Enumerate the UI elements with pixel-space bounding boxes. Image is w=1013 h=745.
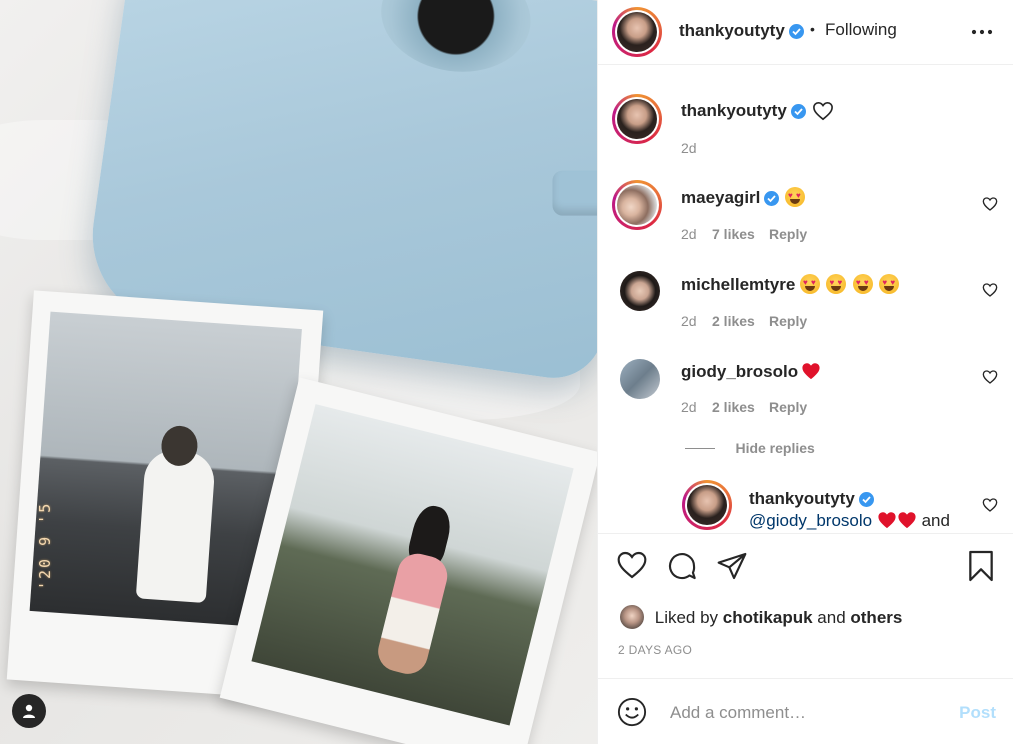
verified-badge-icon xyxy=(789,24,804,39)
comment-like-heart-icon[interactable] xyxy=(982,497,998,513)
user-tags-button[interactable] xyxy=(12,694,46,728)
reply-button[interactable]: Reply xyxy=(769,226,807,242)
post-side-panel: thankyoutyty • Following thankyoutyty 2d… xyxy=(597,0,1013,744)
avatar[interactable] xyxy=(620,271,660,311)
following-button[interactable]: Following xyxy=(825,20,897,40)
avatar[interactable] xyxy=(620,359,660,399)
comment-time[interactable]: 2d xyxy=(681,226,697,242)
heart-outline-icon xyxy=(813,101,833,121)
avatar-image xyxy=(617,12,657,52)
reply-button[interactable]: Reply xyxy=(769,313,807,329)
comments-list[interactable]: thankyoutyty 2d maeyagirl ♥ ♥ 2d 7 likes… xyxy=(598,65,1013,533)
avatar-image xyxy=(687,485,727,525)
camera-lens xyxy=(373,0,538,82)
comment-username[interactable]: giody_brosolo xyxy=(681,362,798,382)
post-comment-button[interactable]: Post xyxy=(959,703,996,723)
comment-likes-count[interactable]: 2 likes xyxy=(712,399,755,415)
reply-username[interactable]: thankyoutyty xyxy=(749,489,855,509)
comment-bubble-icon xyxy=(668,553,696,580)
post-actions: Liked by chotikapuk and others 2 DAYS AG… xyxy=(598,533,1013,679)
paper-plane-icon xyxy=(717,552,747,580)
verified-badge-icon xyxy=(859,492,874,507)
person-figure xyxy=(373,549,452,679)
reply-button[interactable]: Reply xyxy=(769,399,807,415)
liked-by-prefix: Liked by xyxy=(654,608,719,627)
post-header: thankyoutyty • Following xyxy=(598,0,1013,65)
liked-by-row: Liked by chotikapuk and others xyxy=(620,605,902,629)
heart-eyes-emoji-icon: ♥ ♥ xyxy=(800,274,820,294)
camera-shutter-button xyxy=(552,170,597,216)
reply-suffix: and xyxy=(921,511,950,530)
avatar[interactable] xyxy=(612,94,662,144)
emoji-picker-button[interactable] xyxy=(617,697,647,727)
comment-time[interactable]: 2d xyxy=(681,399,697,415)
separator-dot: • xyxy=(810,21,815,37)
heart-eyes-emoji-icon: ♥ ♥ xyxy=(826,274,847,294)
comment-like-heart-icon[interactable] xyxy=(982,282,998,298)
person-figure xyxy=(135,448,217,604)
verified-badge-icon xyxy=(764,191,779,206)
save-button[interactable] xyxy=(966,550,1000,584)
author-username[interactable]: thankyoutyty xyxy=(679,21,785,41)
mention-link[interactable]: @giody_brosolo xyxy=(749,511,872,530)
comment-likes-count[interactable]: 2 likes xyxy=(712,313,755,329)
heart-eyes-emoji-icon: ♥ ♥ xyxy=(785,187,805,207)
comment-username[interactable]: maeyagirl xyxy=(681,188,760,208)
ellipsis-icon xyxy=(971,29,993,35)
like-button[interactable] xyxy=(616,550,650,584)
comment-input[interactable] xyxy=(668,697,942,729)
add-comment-bar: Post xyxy=(598,678,1013,745)
avatar[interactable] xyxy=(620,605,644,629)
avatar[interactable] xyxy=(612,180,662,230)
avatar-image xyxy=(617,99,657,139)
liked-by-connector: and xyxy=(817,608,846,627)
reply-text: @giody_brosolo and xyxy=(749,511,950,531)
comment-like-heart-icon[interactable] xyxy=(982,196,998,212)
share-button[interactable] xyxy=(716,550,750,584)
avatar[interactable] xyxy=(682,480,732,530)
caption-username[interactable]: thankyoutyty xyxy=(681,101,787,121)
post-date[interactable]: 2 DAYS AGO xyxy=(618,643,692,657)
heart-eyes-emoji-group: ♥ ♥ ♥ ♥ ♥ ♥ ♥ ♥ xyxy=(800,274,901,295)
bookmark-icon xyxy=(969,550,993,582)
red-heart-emoji-icon xyxy=(878,512,896,529)
heart-outline-icon xyxy=(617,551,647,579)
comment-time[interactable]: 2d xyxy=(681,313,697,329)
divider-line xyxy=(685,448,715,450)
photo-date-stamp: '20 9 '5 xyxy=(36,501,54,590)
person-icon xyxy=(23,704,35,718)
caption-time[interactable]: 2d xyxy=(681,140,697,156)
polaroid-image xyxy=(251,404,574,726)
red-heart-emoji-icon xyxy=(898,512,916,529)
verified-badge-icon xyxy=(791,104,806,119)
liked-by-user[interactable]: chotikapuk xyxy=(723,608,813,627)
post-photo[interactable]: '20 9 '5 xyxy=(0,0,597,744)
comment-button[interactable] xyxy=(666,550,700,584)
liked-by-others[interactable]: others xyxy=(850,608,902,627)
heart-eyes-emoji-icon: ♥ ♥ xyxy=(852,274,873,294)
comment-likes-count[interactable]: 7 likes xyxy=(712,226,755,242)
comment-username[interactable]: michellemtyre xyxy=(681,275,795,295)
comment-like-heart-icon[interactable] xyxy=(982,369,998,385)
more-options-button[interactable] xyxy=(971,22,993,42)
red-heart-emoji-icon xyxy=(802,363,820,380)
hide-replies-label: Hide replies xyxy=(735,440,815,456)
hide-replies-toggle[interactable]: Hide replies xyxy=(685,440,815,458)
avatar-image xyxy=(617,185,657,225)
smiley-face-icon xyxy=(617,697,647,727)
avatar[interactable] xyxy=(612,7,662,57)
heart-eyes-emoji-icon: ♥ ♥ xyxy=(879,274,900,294)
